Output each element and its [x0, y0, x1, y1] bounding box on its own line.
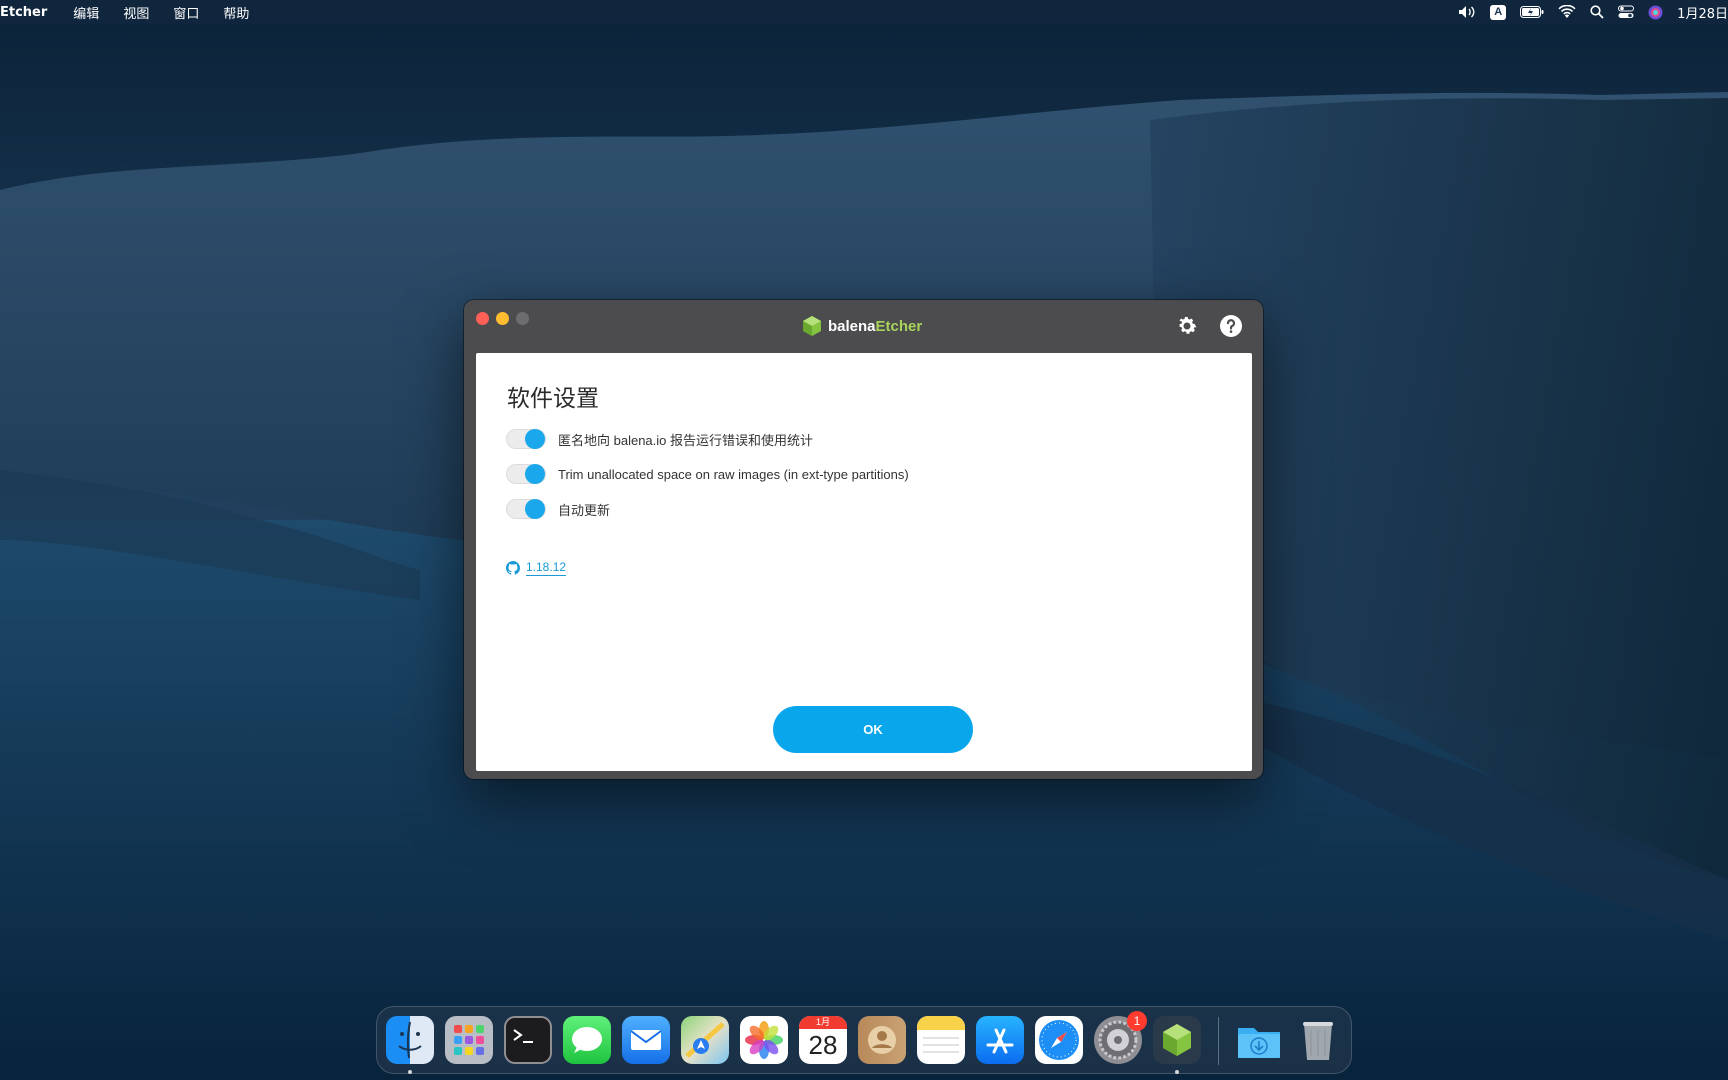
brand-text-balena: balena [828, 317, 876, 335]
spotlight-search-icon[interactable] [1590, 5, 1604, 19]
calendar-month: 1月 [799, 1016, 847, 1029]
mail-icon[interactable] [622, 1016, 670, 1064]
dock: 1月 28 1 [376, 1006, 1352, 1074]
toggle-trim-space[interactable] [506, 464, 546, 484]
safari-icon[interactable] [1035, 1016, 1083, 1064]
ok-button[interactable]: OK [773, 706, 973, 753]
version-link[interactable]: 1.18.12 [506, 560, 567, 576]
terminal-icon[interactable] [504, 1016, 552, 1064]
wifi-icon[interactable] [1558, 5, 1576, 19]
app-brand: balena Etcher [802, 315, 922, 337]
trash-icon[interactable] [1294, 1016, 1342, 1064]
toggle-knob [525, 464, 545, 484]
window-minimize-button[interactable] [496, 312, 509, 325]
settings-title: 软件设置 [507, 386, 599, 412]
messages-icon[interactable] [563, 1016, 611, 1064]
brand-text-etcher: Etcher [875, 317, 923, 335]
setting-trim-space-label: Trim unallocated space on raw images (in… [558, 466, 909, 482]
calendar-icon[interactable]: 1月 28 [799, 1016, 847, 1064]
notes-icon[interactable] [917, 1016, 965, 1064]
balena-cube-icon [803, 316, 821, 336]
app-store-icon[interactable] [976, 1016, 1024, 1064]
etcher-running-indicator [1175, 1070, 1179, 1074]
dock-separator [1218, 1017, 1219, 1065]
help-question-icon[interactable] [1218, 313, 1244, 339]
github-icon [506, 561, 520, 575]
setting-trim-space: Trim unallocated space on raw images (in… [506, 462, 909, 486]
etcher-window: balena Etcher 软件设置 匿名地向 balena.io 报告运行错误和… [464, 300, 1263, 779]
settings-panel: 软件设置 匿名地向 balena.io 报告运行错误和使用统计 Trim una… [476, 353, 1252, 771]
menubar-app-name[interactable]: Etcher [0, 5, 61, 20]
menu-help[interactable]: 帮助 [211, 3, 261, 22]
toggle-knob [525, 429, 545, 449]
photos-icon[interactable] [740, 1016, 788, 1064]
menu-view[interactable]: 视图 [111, 3, 161, 22]
version-text[interactable]: 1.18.12 [526, 560, 567, 576]
setting-auto-update-label: 自动更新 [558, 502, 611, 518]
calendar-day: 28 [808, 1030, 838, 1060]
launchpad-icon[interactable] [445, 1016, 493, 1064]
setting-auto-update: 自动更新 [506, 497, 610, 521]
window-close-button[interactable] [476, 312, 489, 325]
toggle-knob [525, 499, 545, 519]
menu-window[interactable]: 窗口 [161, 3, 211, 22]
battery-icon[interactable] [1520, 6, 1544, 18]
setting-error-reporting-label: 匿名地向 balena.io 报告运行错误和使用统计 [558, 432, 813, 448]
setting-error-reporting: 匿名地向 balena.io 报告运行错误和使用统计 [506, 427, 813, 451]
settings-gear-icon[interactable] [1174, 313, 1200, 339]
balena-etcher-icon[interactable] [1153, 1016, 1201, 1064]
toggle-auto-update[interactable] [506, 499, 546, 519]
window-maximize-button[interactable] [516, 312, 529, 325]
input-method-icon[interactable]: A [1490, 4, 1507, 20]
contacts-icon[interactable] [858, 1016, 906, 1064]
volume-icon[interactable] [1458, 5, 1476, 19]
window-titlebar[interactable]: balena Etcher [464, 300, 1263, 352]
menu-bar: Etcher 编辑 视图 窗口 帮助 A 1月28日 [0, 0, 1728, 24]
toggle-error-reporting[interactable] [506, 429, 546, 449]
control-center-icon[interactable] [1618, 5, 1635, 19]
menubar-clock[interactable]: 1月28日 [1677, 3, 1728, 22]
menu-edit[interactable]: 编辑 [61, 3, 111, 22]
finder-running-indicator [408, 1070, 412, 1074]
system-preferences-badge: 1 [1127, 1011, 1147, 1031]
downloads-folder-icon[interactable] [1235, 1016, 1283, 1064]
maps-icon[interactable] [681, 1016, 729, 1064]
finder-icon[interactable] [386, 1016, 434, 1064]
siri-icon[interactable] [1648, 5, 1663, 20]
